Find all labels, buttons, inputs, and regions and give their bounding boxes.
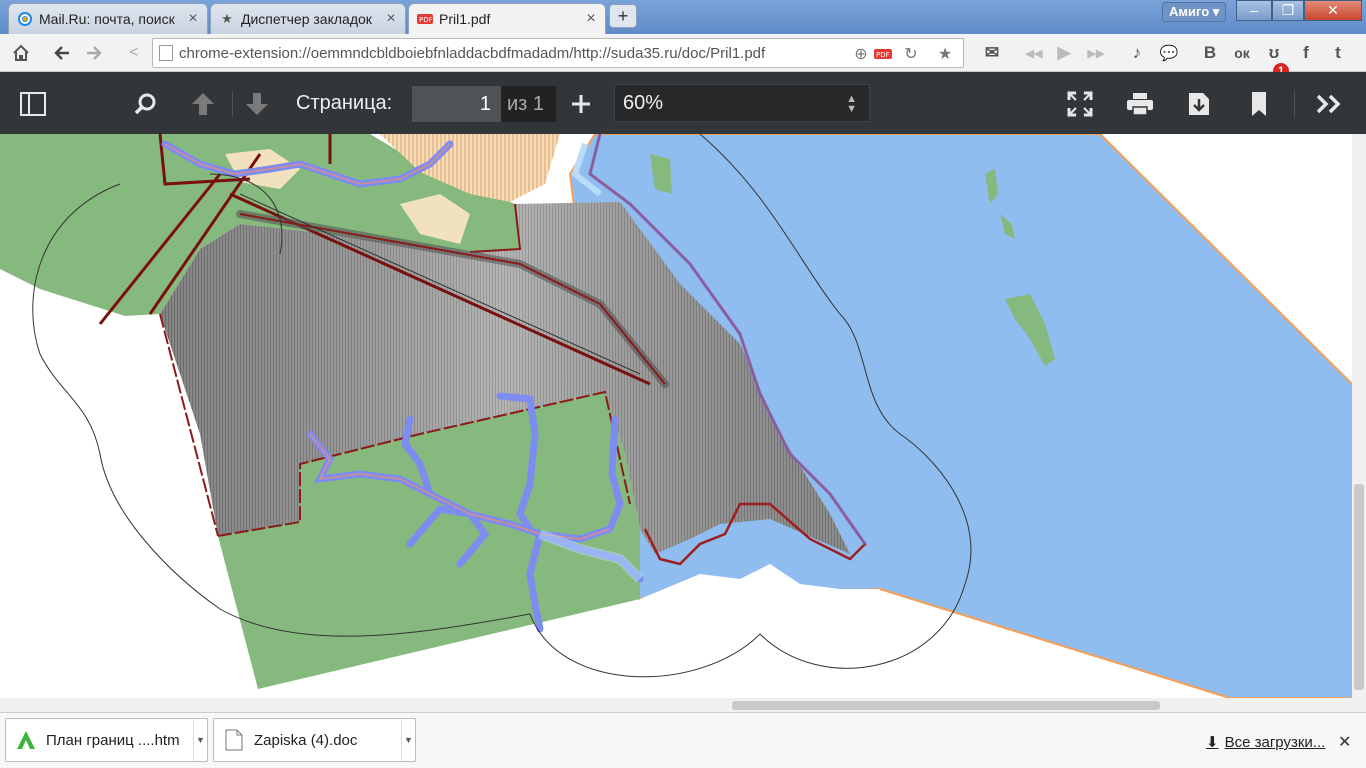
- search-icon: [134, 93, 156, 115]
- fit-to-page-button[interactable]: [1065, 89, 1095, 119]
- pdf-icon: PDF: [417, 11, 433, 27]
- separator: [232, 91, 233, 117]
- odnoklassniki-icon[interactable]: ок: [1228, 39, 1256, 67]
- sidebar-toggle-button[interactable]: [18, 89, 48, 119]
- media-next-icon[interactable]: ▶▶: [1082, 39, 1110, 67]
- previous-page-button[interactable]: [188, 89, 218, 119]
- zoom-select[interactable]: 60% ▲ ▼: [614, 84, 870, 122]
- bookmark-icon: [1252, 92, 1266, 116]
- separator: [1294, 91, 1295, 117]
- tab-title: Mail.Ru: почта, поиск: [39, 11, 175, 27]
- double-chevron-icon: [1316, 94, 1341, 114]
- media-play-icon[interactable]: ▶: [1050, 39, 1078, 67]
- close-tab-icon[interactable]: ×: [185, 10, 201, 28]
- download-icon: [1189, 93, 1209, 115]
- close-tab-icon[interactable]: ×: [383, 10, 399, 28]
- tab-title: Диспетчер закладок: [241, 11, 372, 27]
- map-image: [0, 134, 1353, 698]
- home-icon: [13, 44, 29, 61]
- browser-toolbar: < chrome-extension://oemmndcbldboiebfnla…: [0, 34, 1366, 79]
- document-icon: [222, 728, 246, 752]
- amigo-icon: [14, 728, 38, 752]
- forward-arrow-icon: [87, 46, 102, 60]
- forward-button[interactable]: [80, 39, 108, 67]
- close-shelf-icon[interactable]: ✕: [1338, 732, 1351, 752]
- reload-icon[interactable]: ↻: [899, 42, 923, 66]
- page-number-input[interactable]: [412, 86, 501, 122]
- all-downloads-label: Все загрузки...: [1224, 734, 1326, 751]
- tab-mailru[interactable]: Mail.Ru: почта, поиск ×: [8, 3, 208, 34]
- address-bar[interactable]: chrome-extension://oemmndcbldboiebfnladd…: [152, 38, 964, 68]
- more-tools-button[interactable]: [1314, 89, 1344, 119]
- media-prev-icon[interactable]: ◀◀: [1020, 39, 1048, 67]
- vertical-scroll-thumb[interactable]: [1354, 484, 1364, 690]
- bookmark-button[interactable]: [1244, 89, 1274, 119]
- next-page-button[interactable]: [242, 89, 272, 119]
- chevron-down-icon[interactable]: ▼: [193, 719, 207, 761]
- restore-button[interactable]: ❐: [1272, 0, 1304, 21]
- all-downloads-link[interactable]: ⬇ Все загрузки...: [1206, 733, 1325, 751]
- svg-text:PDF: PDF: [876, 51, 890, 59]
- download-arrow-icon: ⬇: [1206, 734, 1219, 751]
- mail-icon[interactable]: ✉: [978, 39, 1006, 67]
- home-button[interactable]: [7, 39, 35, 67]
- select-arrows-icon: ▲ ▼: [846, 93, 857, 115]
- music-icon[interactable]: ♪: [1123, 39, 1151, 67]
- new-tab-button[interactable]: +: [609, 4, 637, 28]
- tab-title: Pril1.pdf: [439, 11, 491, 27]
- star-icon: ★: [221, 11, 233, 26]
- url-text: chrome-extension://oemmndcbldboiebfnladd…: [179, 45, 766, 62]
- page-label: Страница:: [296, 92, 393, 114]
- sidebar-icon: [20, 92, 46, 116]
- plus-icon: [572, 95, 590, 113]
- download-item[interactable]: Zapiska (4).doc ▼: [213, 718, 416, 762]
- print-icon: [1127, 93, 1153, 116]
- zoom-in-button[interactable]: [566, 89, 596, 119]
- title-bar: Mail.Ru: почта, поиск × ★ Диспетчер закл…: [0, 0, 1366, 34]
- bookmark-star-icon[interactable]: ★: [933, 42, 957, 66]
- tab-bookmarks[interactable]: ★ Диспетчер закладок ×: [210, 3, 406, 34]
- tab-pdf[interactable]: PDF Pril1.pdf ×: [408, 3, 606, 34]
- facebook-icon[interactable]: f: [1292, 39, 1320, 67]
- download-button[interactable]: [1184, 89, 1214, 119]
- horizontal-scroll-thumb[interactable]: [732, 701, 1160, 710]
- share-icon[interactable]: <: [120, 39, 148, 67]
- svg-text:PDF: PDF: [419, 16, 433, 24]
- minimize-button[interactable]: ‒: [1236, 0, 1272, 21]
- pdf-extension-icon[interactable]: PDF: [871, 42, 895, 66]
- zoom-icon[interactable]: ⊕: [849, 42, 873, 66]
- close-window-button[interactable]: ✕: [1304, 0, 1362, 21]
- pdf-toolbar: Страница: из 1 60% ▲▼: [0, 72, 1366, 134]
- print-button[interactable]: [1125, 89, 1155, 119]
- page-total: из 1: [501, 86, 556, 122]
- download-item[interactable]: План границ ....htm ▼: [5, 718, 208, 762]
- downloads-shelf: План границ ....htm ▼ Zapiska (4).doc ▼ …: [0, 712, 1366, 768]
- chevron-down-icon[interactable]: ▼: [401, 719, 415, 761]
- close-tab-icon[interactable]: ×: [583, 10, 599, 28]
- fullscreen-icon: [1067, 91, 1093, 117]
- back-arrow-icon: [54, 46, 69, 60]
- twitter-icon[interactable]: t: [1324, 39, 1352, 67]
- download-file-name: Zapiska (4).doc: [254, 731, 358, 749]
- page-icon: [159, 45, 173, 61]
- chat-icon[interactable]: 💬: [1155, 39, 1183, 67]
- mailru-icon: [17, 11, 33, 27]
- arrow-down-icon: [246, 93, 268, 115]
- search-button[interactable]: [130, 89, 160, 119]
- vk-icon[interactable]: В: [1196, 39, 1224, 67]
- zoom-value: 60%: [623, 92, 664, 114]
- profile-button[interactable]: Амиго ▾: [1162, 2, 1227, 22]
- back-button[interactable]: [48, 39, 76, 67]
- download-file-name: План границ ....htm: [46, 731, 180, 749]
- arrow-up-icon: [192, 93, 214, 115]
- pdf-page[interactable]: [0, 134, 1366, 698]
